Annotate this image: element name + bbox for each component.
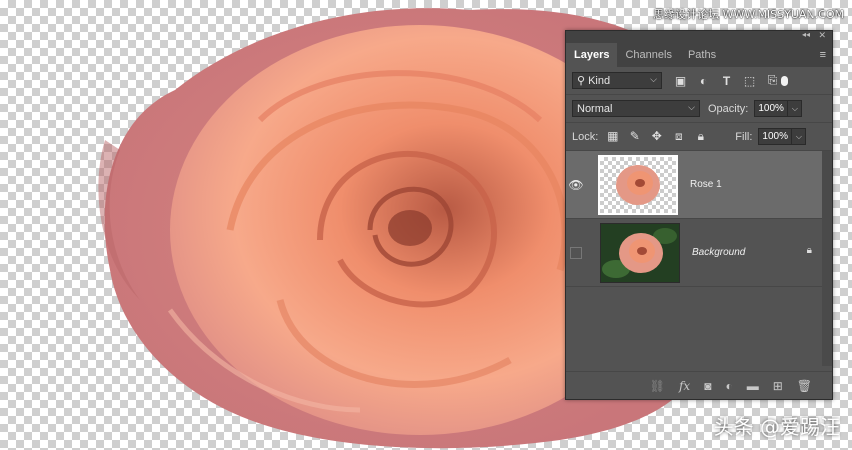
rose-thumbnail-image — [616, 164, 660, 205]
filter-kind-select[interactable]: ⚲ Kind ⌵ — [572, 72, 662, 89]
fill-label: Fill: — [735, 130, 753, 143]
visibility-toggle-empty[interactable] — [570, 246, 582, 259]
type-layer-filter-icon[interactable]: T — [720, 74, 733, 88]
layer-row-background[interactable]: Background 🔒︎ — [566, 219, 832, 287]
panel-menu-icon[interactable]: ≡ — [820, 49, 826, 61]
layer-name[interactable]: Rose 1 — [690, 179, 722, 190]
eye-icon[interactable]: 👁︎ — [566, 178, 586, 192]
layers-scrollbar[interactable] — [822, 151, 832, 366]
blend-row: Normal ⌵ Opacity: 100% ⌵ — [566, 95, 832, 123]
lock-image-pixels-icon[interactable]: ✎ — [628, 129, 641, 144]
pixel-layer-filter-icon[interactable]: ▣ — [674, 74, 687, 88]
filter-kind-label: Kind — [588, 74, 611, 87]
lock-transparency-icon[interactable]: ▦ — [606, 129, 619, 144]
fill-dropdown-icon[interactable]: ⌵ — [792, 128, 807, 145]
close-panel-icon[interactable]: ✕ — [818, 30, 826, 41]
blend-mode-value: Normal — [577, 102, 613, 115]
add-mask-icon[interactable]: ◙ — [704, 379, 711, 393]
search-icon: ⚲ — [577, 75, 586, 87]
watermark-top: 思缘设计论坛 WWW.MISSYUAN.COM — [653, 8, 844, 21]
shape-layer-filter-icon[interactable]: ⬚ — [743, 74, 756, 88]
layer-name[interactable]: Background — [692, 247, 745, 258]
prevent-autonest-icon[interactable]: ⧈ — [672, 129, 685, 144]
trash-icon[interactable]: 🗑︎ — [797, 379, 812, 393]
layers-panel: ◂◂ ✕ Layers Channels Paths ≡ ⚲ Kind ⌵ ▣ … — [565, 30, 833, 400]
fill-input[interactable]: 100% — [758, 128, 793, 145]
layer-row-rose-1[interactable]: 👁︎ Rose 1 — [566, 151, 832, 219]
filter-row: ⚲ Kind ⌵ ▣ ◐ T ⬚ ⎘ — [566, 67, 832, 95]
layer-style-fx-icon[interactable]: fx — [679, 379, 690, 393]
new-layer-icon[interactable]: ⊞ — [773, 379, 783, 393]
chevron-down-icon: ⌵ — [688, 102, 695, 112]
panel-tabs: Layers Channels Paths ≡ — [566, 43, 832, 67]
opacity-input[interactable]: 100% — [754, 100, 789, 117]
tab-channels[interactable]: Channels — [617, 43, 679, 67]
adjustment-layer-icon[interactable]: ◐ — [725, 379, 732, 393]
blend-mode-select[interactable]: Normal ⌵ — [572, 100, 700, 117]
adjustment-layer-filter-icon[interactable]: ◐ — [697, 74, 710, 88]
tab-layers[interactable]: Layers — [566, 43, 618, 67]
background-thumbnail-image — [601, 223, 679, 282]
lock-icon: 🔒︎ — [806, 245, 812, 256]
watermark-bottom: 头条 @爱踢汪 — [713, 415, 840, 439]
opacity-dropdown-icon[interactable]: ⌵ — [788, 100, 803, 117]
new-group-folder-icon[interactable]: ▬ — [747, 379, 759, 393]
filter-toggle-icon[interactable] — [781, 75, 788, 86]
chevron-down-icon: ⌵ — [650, 74, 657, 84]
collapse-panel-icon[interactable]: ◂◂ — [802, 30, 810, 39]
layer-thumbnail[interactable] — [600, 222, 680, 283]
lock-row: Lock: ▦ ✎ ✥ ⧈ 🔒︎ Fill: 100% ⌵ — [566, 123, 832, 151]
panel-title-bar: ◂◂ ✕ — [566, 30, 832, 43]
link-layers-icon[interactable]: ⛓ — [650, 379, 665, 393]
lock-all-icon[interactable]: 🔒︎ — [694, 129, 707, 144]
opacity-label: Opacity: — [708, 102, 749, 115]
lock-label: Lock: — [572, 130, 599, 143]
layers-list: 👁︎ Rose 1 Background 🔒︎ — [566, 151, 832, 366]
smart-object-filter-icon[interactable]: ⎘ — [766, 73, 779, 88]
layers-bottom-toolbar: ⛓ fx ◙ ◐ ▬ ⊞ 🗑︎ — [566, 371, 832, 399]
lock-position-icon[interactable]: ✥ — [650, 129, 663, 144]
tab-paths[interactable]: Paths — [680, 43, 724, 67]
layer-thumbnail[interactable] — [598, 154, 678, 215]
